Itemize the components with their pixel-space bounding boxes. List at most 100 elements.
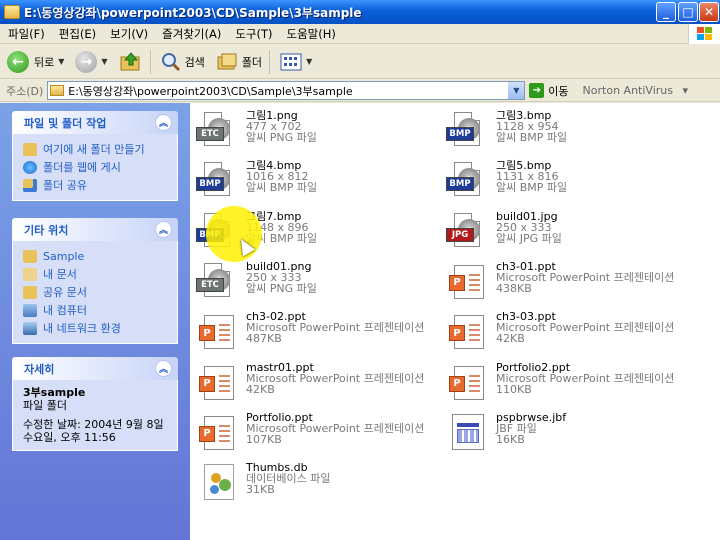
file-text: ch3-02.ppt Microsoft PowerPoint 프레젠테이션 487…	[246, 311, 424, 344]
panel-body: Sample 내 문서 공유 문서 내 컴퓨터 내 네트워크 환경	[12, 241, 178, 344]
chevron-down-icon[interactable]: ▼	[508, 82, 525, 99]
norton-antivirus-button[interactable]: Norton AntiVirus ▾	[583, 84, 688, 97]
file-item[interactable]: Pch3-03.ppt Microsoft PowerPoint 프레젠테이션 42…	[446, 308, 706, 356]
place-sample[interactable]: Sample	[23, 247, 177, 265]
chevron-down-icon[interactable]: ▼	[58, 57, 64, 66]
place-shared-documents[interactable]: 공유 문서	[23, 283, 177, 301]
file-item[interactable]: BMP 그림3.bmp 1128 x 954 알씨 BMP 파일	[446, 107, 706, 155]
address-input[interactable]: E:\동영상강좌\powerpoint2003\CD\Sample\3부samp…	[47, 81, 526, 100]
folder-icon	[50, 85, 65, 96]
powerpoint-file-icon: P	[196, 412, 238, 454]
search-label: 검색	[184, 55, 205, 69]
go-button[interactable]: ➔ 이동	[529, 83, 569, 99]
task-publish-web[interactable]: 폴더를 웹에 게시	[23, 158, 177, 176]
detail-type: 파일 폴더	[23, 399, 67, 412]
task-label: 폴더를 웹에 게시	[43, 161, 121, 174]
panel-title: 기타 위치	[24, 223, 69, 237]
file-text: build01.png 250 x 333 알씨 PNG 파일	[246, 261, 317, 294]
file-text: ch3-01.ppt Microsoft PowerPoint 프레젠테이션 438…	[496, 261, 674, 294]
file-info: 438KB	[496, 281, 532, 295]
new-folder-icon	[23, 142, 37, 156]
file-item[interactable]: Pch3-02.ppt Microsoft PowerPoint 프레젠테이션 48…	[196, 308, 456, 356]
window-title: E:\동영상강좌\powerpoint2003\CD\Sample\3부samp…	[24, 5, 362, 20]
up-folder-icon	[120, 51, 140, 70]
collapse-chevron-icon[interactable]: ︽	[155, 114, 172, 131]
file-item[interactable]: ETC build01.png 250 x 333 알씨 PNG 파일	[196, 258, 456, 306]
search-icon	[161, 52, 180, 71]
file-text: mastr01.ppt Microsoft PowerPoint 프레젠테이션 42…	[246, 362, 424, 395]
folders-button[interactable]: 폴더	[212, 48, 266, 76]
file-name: build01.jpg	[496, 209, 558, 223]
file-list: ETC 그림1.png 477 x 702 알씨 PNG 파일 BMP 그림3.bmp 11…	[190, 103, 720, 540]
file-item[interactable]: Pmastr01.ppt Microsoft PowerPoint 프레젠테이션 4…	[196, 359, 456, 407]
file-info: 알씨 BMP 파일	[496, 131, 568, 144]
file-item[interactable]: P Portfolio2.ppt Microsoft PowerPoint 프레젠테…	[446, 359, 706, 407]
toolbar-separator	[269, 49, 271, 74]
back-button[interactable]: ← 뒤로 ▼	[3, 48, 68, 76]
menu-tools[interactable]: 도구(T)	[227, 26, 278, 42]
toolbar-separator	[149, 49, 151, 74]
panel-title: 파일 및 폴더 작업	[24, 116, 107, 130]
file-text: 그림1.png 477 x 702 알씨 PNG 파일	[246, 110, 317, 143]
file-text: Portfolio.ppt Microsoft PowerPoint 프레젠테이션…	[246, 412, 424, 445]
file-info: 42KB	[496, 332, 525, 346]
title-bar[interactable]: E:\동영상강좌\powerpoint2003\CD\Sample\3부samp…	[0, 0, 720, 24]
task-new-folder[interactable]: 여기에 새 폴더 만들기	[23, 140, 177, 158]
minimize-button[interactable]: _	[656, 2, 676, 22]
task-label: 여기에 새 폴더 만들기	[43, 143, 145, 156]
shared-documents-icon	[23, 285, 37, 299]
place-my-computer[interactable]: 내 컴퓨터	[23, 301, 177, 319]
file-item[interactable]: BMP 그림4.bmp 1016 x 812 알씨 BMP 파일	[196, 157, 456, 205]
panel-header[interactable]: 기타 위치 ︽	[12, 218, 178, 241]
file-name: mastr01.ppt	[246, 360, 314, 374]
file-text: build01.jpg 250 x 333 알씨 JPG 파일	[496, 211, 562, 244]
file-folder-tasks-panel: 파일 및 폴더 작업 ︽ 여기에 새 폴더 만들기 폴더를 웹에 게시 폴더 공…	[12, 111, 178, 201]
panel-header[interactable]: 파일 및 폴더 작업 ︽	[12, 111, 178, 134]
place-my-network[interactable]: 내 네트워크 환경	[23, 319, 177, 337]
database-file-icon	[196, 462, 238, 504]
back-label: 뒤로	[34, 55, 55, 69]
toolbar: ← 뒤로 ▼ → ▼ 검색 폴더 ▼	[0, 45, 720, 79]
file-info: 31KB	[246, 483, 275, 497]
forward-arrow-icon: →	[75, 50, 98, 73]
file-item[interactable]: Pch3-01.ppt Microsoft PowerPoint 프레젠테이션 43…	[446, 258, 706, 306]
collapse-chevron-icon[interactable]: ︽	[155, 221, 172, 238]
file-item[interactable]: JPG build01.jpg 250 x 333 알씨 JPG 파일	[446, 208, 706, 256]
network-icon	[23, 321, 37, 335]
folders-label: 폴더	[241, 55, 263, 69]
file-info: 알씨 BMP 파일	[246, 181, 318, 195]
file-item[interactable]: Thumbs.db 데이터베이스 파일 31KB	[196, 459, 456, 507]
close-button[interactable]: ✕	[699, 2, 719, 22]
menu-file[interactable]: 파일(F)	[0, 26, 51, 42]
views-button[interactable]: ▼	[276, 48, 316, 76]
menu-view[interactable]: 보기(V)	[102, 26, 154, 42]
globe-icon	[23, 160, 37, 174]
menu-edit[interactable]: 편집(E)	[51, 26, 102, 42]
file-info: 알씨 JPG 파일	[496, 231, 562, 245]
file-text: 그림5.bmp 1131 x 816 알씨 BMP 파일	[496, 160, 567, 193]
menu-favorites[interactable]: 즐겨찾기(A)	[154, 26, 227, 42]
menu-help[interactable]: 도움말(H)	[279, 26, 342, 42]
search-button[interactable]: 검색	[157, 48, 209, 76]
maximize-button[interactable]: □	[678, 2, 698, 22]
chevron-down-icon[interactable]: ▼	[101, 57, 107, 66]
powerpoint-file-icon: P	[446, 311, 488, 353]
powerpoint-file-icon: P	[446, 362, 488, 404]
task-share-folder[interactable]: 폴더 공유	[23, 176, 177, 194]
up-folder-button[interactable]	[115, 48, 147, 76]
file-item[interactable]: pspbrwse.jbf JBF 파일 16KB	[446, 409, 706, 457]
powerpoint-file-icon: P	[196, 311, 238, 353]
file-text: Portfolio2.ppt Microsoft PowerPoint 프레젠테이…	[496, 362, 674, 395]
file-text: 그림3.bmp 1128 x 954 알씨 BMP 파일	[496, 110, 567, 143]
chevron-down-icon[interactable]: ▼	[306, 57, 312, 66]
file-info: 42KB	[246, 382, 275, 396]
file-item[interactable]: P Portfolio.ppt Microsoft PowerPoint 프레젠테이…	[196, 409, 456, 457]
place-label: 내 컴퓨터	[43, 304, 87, 317]
place-my-documents[interactable]: 내 문서	[23, 265, 177, 283]
collapse-chevron-icon[interactable]: ︽	[155, 360, 172, 377]
place-label: 내 문서	[43, 268, 77, 281]
panel-header[interactable]: 자세히 ︽	[12, 357, 178, 380]
forward-button[interactable]: → ▼	[71, 48, 111, 76]
file-item[interactable]: ETC 그림1.png 477 x 702 알씨 PNG 파일	[196, 107, 456, 155]
file-item[interactable]: BMP 그림5.bmp 1131 x 816 알씨 BMP 파일	[446, 157, 706, 205]
